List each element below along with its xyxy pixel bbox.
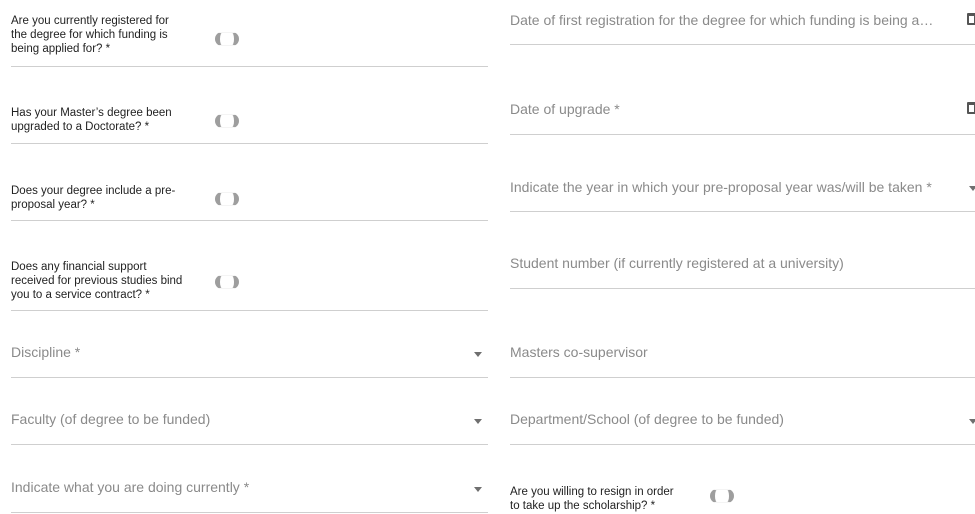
- first-registration-placeholder: Date of first registration for the degre…: [510, 12, 934, 28]
- registered-field: Are you currently registered for the deg…: [11, 10, 488, 67]
- co-supervisor-input[interactable]: Masters co-supervisor: [510, 333, 975, 378]
- upgrade-date-underline: [510, 134, 975, 135]
- service-contract-question-line-1: Does any financial support: [11, 261, 147, 273]
- registered-toggle[interactable]: [215, 32, 239, 46]
- preproposal-year-placeholder: Indicate the year in which your pre-prop…: [510, 179, 932, 195]
- department-select[interactable]: Department/School (of degree to be funde…: [510, 400, 975, 445]
- resign-field: Are you willing to resign in order to ta…: [510, 480, 975, 514]
- chevron-down-icon[interactable]: [474, 352, 482, 357]
- service-contract-field: Does any financial support received for …: [11, 255, 488, 311]
- department-placeholder: Department/School (of degree to be funde…: [510, 411, 784, 427]
- student-number-input[interactable]: Student number (if currently registered …: [510, 244, 975, 289]
- resign-question-line-2: to take up the scholarship? *: [510, 500, 656, 512]
- first-registration-underline: [510, 44, 975, 45]
- service-contract-question-line-3: you to a service contract? *: [11, 289, 150, 301]
- preproposal-question-line-1: Does your degree include a pre-: [11, 185, 176, 197]
- service-contract-question-line-2: received for previous studies bind: [11, 275, 183, 287]
- service-contract-toggle[interactable]: [215, 275, 239, 289]
- preproposal-year-select[interactable]: Indicate the year in which your pre-prop…: [510, 167, 975, 212]
- chevron-down-icon[interactable]: [969, 419, 975, 424]
- faculty-select[interactable]: Faculty (of degree to be funded): [11, 400, 488, 445]
- registered-question-label: Are you currently registered for the deg…: [11, 14, 169, 56]
- resign-question-label: Are you willing to resign in order to ta…: [510, 485, 674, 513]
- department-underline: [510, 444, 975, 445]
- discipline-placeholder: Discipline *: [11, 344, 81, 360]
- chevron-down-icon[interactable]: [474, 487, 482, 492]
- service-contract-question-label: Does any financial support received for …: [11, 260, 182, 302]
- registered-question-line-1: Are you currently registered for: [11, 15, 169, 27]
- upgrade-date-field[interactable]: Date of upgrade *: [510, 90, 975, 135]
- discipline-select[interactable]: Discipline *: [11, 333, 488, 378]
- student-number-underline: [510, 288, 975, 289]
- upgraded-toggle[interactable]: [215, 114, 239, 128]
- upgraded-field: Has your Master’s degree been upgraded t…: [11, 100, 488, 144]
- student-number-placeholder: Student number (if currently registered …: [510, 255, 844, 271]
- upgraded-underline: [11, 143, 488, 144]
- first-registration-date-field[interactable]: Date of first registration for the degre…: [510, 0, 975, 45]
- upgrade-date-placeholder: Date of upgrade *: [510, 101, 620, 117]
- registered-question-line-3: being applied for? *: [11, 43, 111, 55]
- preproposal-underline: [11, 220, 488, 221]
- calendar-icon[interactable]: [967, 102, 975, 114]
- upgraded-question-line-2: upgraded to a Doctorate? *: [11, 121, 150, 133]
- registered-underline: [11, 66, 488, 67]
- preproposal-question-line-2: proposal year? *: [11, 199, 95, 211]
- co-supervisor-underline: [510, 377, 975, 378]
- faculty-underline: [11, 444, 488, 445]
- preproposal-question-label: Does your degree include a pre- proposal…: [11, 184, 175, 212]
- preproposal-toggle[interactable]: [215, 192, 239, 206]
- preproposal-year-underline: [510, 211, 975, 212]
- chevron-down-icon[interactable]: [969, 186, 975, 191]
- resign-question-line-1: Are you willing to resign in order: [510, 486, 674, 498]
- preproposal-field: Does your degree include a pre- proposal…: [11, 178, 488, 221]
- current-activity-underline: [11, 512, 488, 513]
- upgraded-question-line-1: Has your Master’s degree been: [11, 107, 172, 119]
- service-contract-underline: [11, 310, 488, 311]
- chevron-down-icon[interactable]: [474, 419, 482, 424]
- application-form: Are you currently registered for the deg…: [0, 0, 975, 514]
- upgraded-question-label: Has your Master’s degree been upgraded t…: [11, 106, 172, 134]
- current-activity-placeholder: Indicate what you are doing currently *: [11, 479, 250, 495]
- calendar-icon[interactable]: [967, 13, 975, 25]
- registered-question-line-2: the degree for which funding is: [11, 29, 168, 41]
- co-supervisor-placeholder: Masters co-supervisor: [510, 344, 648, 360]
- resign-toggle[interactable]: [710, 489, 734, 503]
- current-activity-select[interactable]: Indicate what you are doing currently *: [11, 468, 488, 513]
- faculty-placeholder: Faculty (of degree to be funded): [11, 411, 211, 427]
- discipline-underline: [11, 377, 488, 378]
